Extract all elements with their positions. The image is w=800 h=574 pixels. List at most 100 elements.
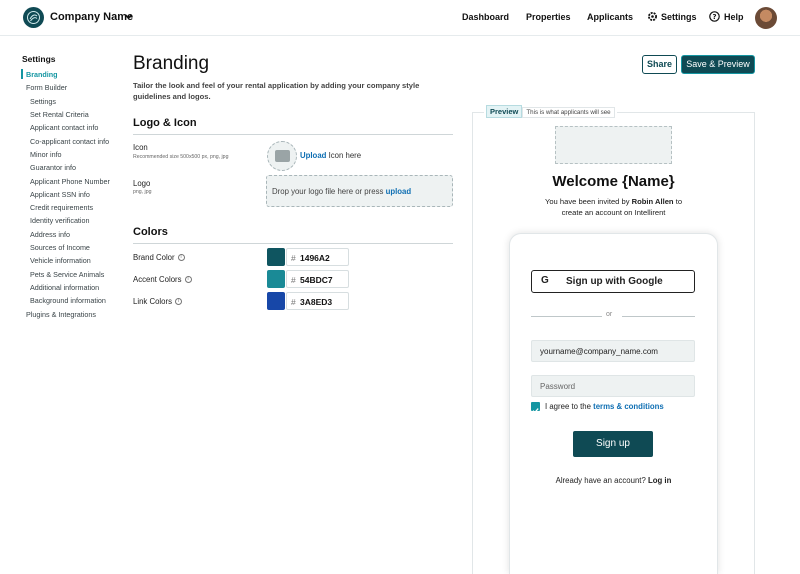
login-link[interactable]: Log in: [648, 476, 671, 485]
sidebar-item-address[interactable]: Address info: [30, 230, 70, 239]
preview-label: Preview: [486, 105, 523, 118]
sidebar-title: Settings: [22, 54, 56, 64]
brand-color-label: Brand Color i: [133, 253, 185, 262]
hash-prefix: #: [291, 253, 296, 263]
agree-prefix: I agree to the: [545, 402, 591, 411]
terms-text: I agree to the terms & conditions: [545, 402, 664, 411]
logo-upload-link[interactable]: upload: [386, 187, 412, 196]
nav-applicants[interactable]: Applicants: [587, 12, 633, 22]
icon-upload-link[interactable]: Upload: [300, 151, 326, 160]
link-color-label: Link Colors i: [133, 297, 182, 306]
icon-label: Icon: [133, 143, 148, 152]
image-placeholder-icon: [275, 150, 290, 162]
preview-invited: You have been invited by Robin Allen to …: [472, 196, 755, 218]
nav-settings[interactable]: Settings: [661, 12, 697, 22]
top-bar: Company Name Dashboard Properties Applic…: [0, 0, 800, 36]
nav-help[interactable]: Help: [724, 12, 744, 22]
nav-properties[interactable]: Properties: [526, 12, 571, 22]
sidebar-item-plugins[interactable]: Plugins & Integrations: [26, 310, 96, 319]
link-color-label-text: Link Colors: [133, 297, 172, 306]
invited-line2: create an account on Intellirent: [561, 208, 666, 217]
accent-color-input[interactable]: #54BDC7: [286, 270, 349, 288]
or-separator: or: [606, 311, 613, 318]
sidebar-item-additional[interactable]: Additional information: [30, 283, 99, 292]
info-icon[interactable]: i: [184, 276, 192, 284]
logo-drop-prompt: Drop your logo file here or press: [272, 187, 384, 196]
help-icon[interactable]: ?: [709, 11, 720, 22]
icon-upload-suffix: Icon here: [328, 151, 362, 160]
sidebar-item-rental-criteria[interactable]: Set Rental Criteria: [30, 110, 89, 119]
sidebar-item-coapplicant-contact[interactable]: Co-applicant contact info: [30, 137, 109, 146]
colors-section-heading: Colors: [133, 226, 168, 238]
sidebar-item-income[interactable]: Sources of Income: [30, 243, 90, 252]
email-field[interactable]: yourname@company_name.com: [531, 340, 695, 362]
svg-text:?: ?: [712, 13, 716, 21]
avatar[interactable]: [755, 7, 777, 29]
sidebar-item-branding[interactable]: Branding: [26, 70, 58, 79]
sidebar-item-form-builder[interactable]: Form Builder: [26, 83, 67, 92]
accent-color-swatch[interactable]: [267, 270, 285, 288]
logo-dropzone[interactable]: Drop your logo file here or press upload: [266, 175, 453, 207]
icon-hint: Recommended size 500x500 px, png, jpg: [133, 154, 229, 160]
sidebar-active-indicator: [21, 69, 23, 79]
accent-color-label: Accent Colors i: [133, 275, 192, 284]
link-color-input[interactable]: #3A8ED3: [286, 292, 349, 310]
accent-color-hex: 54BDC7: [300, 275, 333, 285]
logo-hint: png, jpg: [133, 189, 152, 195]
login-prompt: Already have an account? Log in: [509, 476, 718, 485]
company-logo-icon[interactable]: [23, 7, 44, 28]
sidebar-item-guarantor-info[interactable]: Guarantor info: [30, 163, 76, 172]
page-subtitle: Tailor the look and feel of your rental …: [133, 81, 420, 101]
sidebar-item-settings[interactable]: Settings: [30, 97, 56, 106]
sidebar-item-pets[interactable]: Pets & Service Animals: [30, 270, 104, 279]
sidebar-item-phone-number[interactable]: Applicant Phone Number: [30, 177, 110, 186]
preview-tag: Preview This is what applicants will see: [484, 105, 617, 118]
logo-label: Logo: [133, 179, 151, 188]
hash-prefix: #: [291, 275, 296, 285]
password-field[interactable]: Password: [531, 375, 695, 397]
sidebar-item-credit[interactable]: Credit requirements: [30, 203, 93, 212]
logo-section-heading: Logo & Icon: [133, 117, 197, 129]
preview-logo-placeholder: [555, 126, 672, 164]
check-icon: [532, 408, 539, 414]
brand-color-hex: 1496A2: [300, 253, 330, 263]
nav-dashboard[interactable]: Dashboard: [462, 12, 509, 22]
preview-welcome: Welcome {Name}: [552, 173, 675, 190]
divider: [133, 134, 453, 135]
signup-button[interactable]: Sign up: [573, 431, 653, 457]
terms-link[interactable]: terms & conditions: [593, 402, 664, 411]
link-color-swatch[interactable]: [267, 292, 285, 310]
preview-note: This is what applicants will see: [522, 107, 615, 118]
share-button[interactable]: Share: [642, 55, 677, 74]
chevron-down-icon[interactable]: [124, 12, 133, 21]
page-title: Branding: [133, 53, 210, 74]
logo-drop-text: Drop your logo file here or press upload: [272, 187, 411, 196]
save-preview-button[interactable]: Save & Preview: [681, 55, 755, 74]
already-text: Already have an account?: [555, 476, 646, 485]
sidebar-item-identity[interactable]: Identity verification: [30, 216, 90, 225]
accent-color-label-text: Accent Colors: [133, 275, 182, 284]
google-signup-label: Sign up with Google: [566, 276, 663, 287]
terms-checkbox[interactable]: [531, 402, 540, 414]
gear-icon[interactable]: [647, 11, 658, 22]
link-color-hex: 3A8ED3: [300, 297, 333, 307]
inviter-name: Robin Allen: [631, 197, 674, 206]
icon-dropzone[interactable]: [267, 141, 297, 171]
invited-suffix: to: [675, 197, 683, 206]
icon-upload-text: Upload Icon here: [300, 151, 361, 160]
sidebar-item-vehicle[interactable]: Vehicle information: [30, 256, 91, 265]
divider: [622, 316, 695, 317]
divider: [531, 316, 602, 317]
sidebar-item-background[interactable]: Background information: [30, 296, 106, 305]
company-name[interactable]: Company Name: [50, 11, 133, 23]
sidebar-item-ssn-info[interactable]: Applicant SSN info: [30, 190, 90, 199]
sidebar-item-applicant-contact[interactable]: Applicant contact info: [30, 123, 98, 132]
google-signup-button[interactable]: G Sign up with Google: [531, 270, 695, 293]
info-icon[interactable]: i: [175, 298, 182, 306]
invited-prefix: You have been invited by: [544, 197, 630, 206]
brand-color-input[interactable]: #1496A2: [286, 248, 349, 266]
info-icon[interactable]: i: [177, 254, 185, 262]
google-icon: G: [541, 275, 549, 286]
sidebar-item-minor-info[interactable]: Minor info: [30, 150, 62, 159]
brand-color-swatch[interactable]: [267, 248, 285, 266]
